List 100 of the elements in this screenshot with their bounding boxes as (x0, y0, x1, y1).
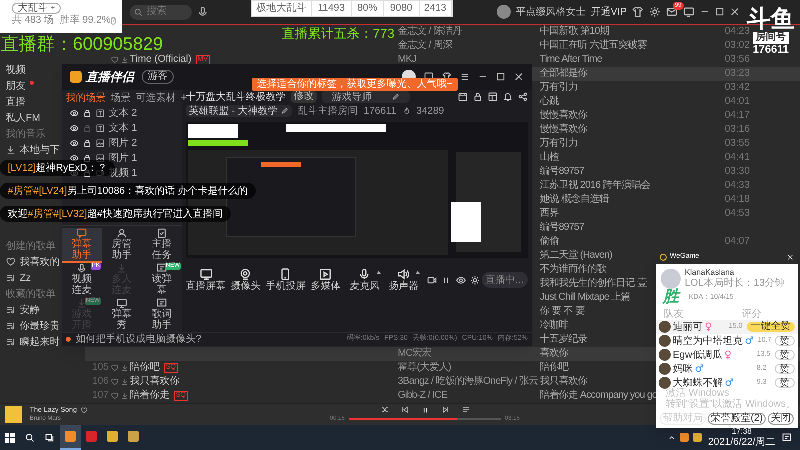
scene-tab[interactable]: 我的场景 (66, 90, 106, 106)
song-album[interactable]: 中国正在听 六进五突破赛 (540, 41, 647, 51)
song-album[interactable]: 她说 概念自选辑 (540, 195, 609, 205)
song-artist[interactable]: 金志文 / 陈洁丹 (398, 27, 462, 37)
layout-icon[interactable] (488, 92, 498, 102)
chevron-up-icon[interactable] (668, 434, 676, 442)
layer-name[interactable]: 图片 1 (109, 151, 138, 166)
dropdown-caret-icon[interactable] (376, 270, 381, 274)
song-album[interactable]: 我和我先生的创作日记 壹 (540, 279, 647, 289)
calendar-icon[interactable] (458, 92, 468, 102)
song-album[interactable]: Just Chill Mixtape 上篇 (540, 293, 631, 303)
windows-start-icon[interactable] (5, 432, 15, 442)
source-button[interactable]: 多媒体 (306, 268, 345, 292)
dropdown-caret-icon[interactable] (416, 270, 420, 274)
sidebar-item[interactable]: Zz (20, 270, 32, 286)
user-name[interactable]: 平点缀风格女士 (516, 4, 586, 20)
song-album[interactable]: 陪你吧 (540, 363, 568, 373)
previous-icon[interactable] (400, 406, 408, 414)
edit-button[interactable]: 修改 (291, 91, 317, 103)
song-album[interactable]: 心跳 (540, 97, 559, 107)
like-button[interactable]: 赞 (775, 350, 795, 360)
tag-field[interactable]: 游戏导师 (322, 91, 410, 103)
song-artist[interactable]: 3Bangz / 吃饭的海豚OneFly / 张云 (398, 377, 538, 387)
layer-name[interactable]: 文本 1 (109, 121, 138, 136)
like-button[interactable]: 赞 (775, 336, 795, 346)
lock-icon[interactable] (83, 139, 92, 148)
mail-icon[interactable] (666, 6, 678, 18)
song-album[interactable]: 我只喜欢你 (540, 377, 588, 387)
share-icon[interactable] (518, 92, 528, 102)
playlist-icon[interactable] (462, 406, 470, 414)
song-album[interactable]: 慢慢喜欢你 (540, 111, 588, 121)
sidebar-item[interactable]: 本地与下 (20, 142, 60, 158)
download-icon[interactable] (121, 364, 129, 372)
sidebar-item[interactable]: 直播 (6, 94, 26, 110)
maximize-icon[interactable] (496, 72, 506, 82)
sidebar-item[interactable]: 你最珍贵 (20, 318, 60, 334)
eye-icon[interactable] (70, 154, 79, 163)
live-button[interactable]: 直播中... (482, 272, 528, 288)
add-button[interactable]: + (181, 90, 188, 106)
song-title[interactable]: 陪着你走 (130, 391, 170, 401)
close-icon[interactable] (514, 72, 524, 82)
source-button[interactable]: 扬声器 (384, 268, 423, 292)
close-icon[interactable] (730, 7, 740, 17)
song-album[interactable]: 全部都是你 (540, 69, 588, 79)
shuffle-icon[interactable] (380, 406, 388, 414)
song-album[interactable]: 不为谁而作的歌 (540, 265, 606, 275)
popup-button[interactable]: 关闭 (768, 413, 794, 425)
song-album[interactable]: 冷咖啡 (540, 321, 568, 331)
like-icon[interactable] (81, 407, 88, 414)
video-camera-icon[interactable] (426, 274, 438, 286)
shirt-icon[interactable] (632, 6, 644, 18)
song-album[interactable]: 编号89757 (540, 167, 584, 177)
song-album[interactable]: 江苏卫视 2016 跨年演唱会 (540, 181, 650, 191)
song-album[interactable]: 万有引力 (540, 83, 578, 93)
sidebar-item[interactable]: 瞬起来时 (20, 334, 60, 350)
song-artist[interactable]: 霍尊(大爱人) (398, 363, 452, 373)
layer-name[interactable]: 图片 2 (109, 136, 138, 151)
song-album[interactable]: 山楂 (540, 153, 559, 163)
lock-icon[interactable] (83, 109, 92, 118)
source-button[interactable]: 手机投屏 (266, 268, 306, 292)
song-title[interactable]: Time (Official) (130, 55, 192, 65)
song-title[interactable]: 陪你吧 (130, 363, 160, 373)
menu-icon[interactable] (460, 72, 470, 82)
song-album[interactable]: 万有引力 (540, 139, 578, 149)
bell-icon[interactable] (503, 92, 513, 102)
account-badge[interactable]: 游客 (142, 70, 174, 84)
song-album[interactable]: 十五岁纪录 (540, 335, 588, 345)
song-artist[interactable]: 金志文 / 周深 (398, 41, 452, 51)
eye-icon[interactable] (456, 274, 466, 286)
song-album[interactable]: 第二天堂 (Haven) (540, 251, 612, 261)
microphone-icon[interactable] (197, 6, 209, 18)
song-album[interactable]: 中国新歌 第10期 (540, 27, 610, 37)
download-icon[interactable] (121, 378, 129, 386)
like-button[interactable]: 赞 (775, 378, 795, 388)
popup-button[interactable]: 荣誉殿堂(2) (708, 413, 766, 425)
sidebar-item[interactable]: 安静 (20, 302, 40, 318)
song-artist[interactable]: MKJ (398, 55, 416, 65)
download-icon[interactable] (121, 56, 129, 64)
scene-tab[interactable]: 可选素材 (136, 90, 176, 106)
song-album[interactable]: 喜欢你 (540, 349, 568, 359)
mini-mode-icon[interactable] (683, 6, 695, 18)
stream-title[interactable]: 十万盘大乱斗终极教学 (186, 90, 286, 104)
song-artist[interactable]: MC宏宏 (398, 349, 432, 359)
tool-button[interactable]: 主播任务 (142, 228, 182, 263)
like-button[interactable]: 一键全赞 (747, 322, 795, 332)
tool-button[interactable]: 歌词助手 (142, 298, 182, 333)
search-icon[interactable] (25, 432, 35, 442)
tool-button[interactable]: 弹幕助手 (62, 228, 102, 263)
song-album[interactable]: Time After Time (540, 55, 602, 65)
category-field[interactable]: 英雄联盟 - 大神教学 (186, 105, 292, 117)
sidebar-item[interactable]: 私人FM (6, 110, 40, 126)
download-icon[interactable] (121, 392, 129, 400)
maximize-icon[interactable] (715, 7, 725, 17)
vip-link[interactable]: 开通VIP (590, 4, 627, 20)
taskbar-app[interactable] (60, 425, 81, 450)
song-album[interactable]: 西界 (540, 209, 559, 219)
tool-button[interactable]: 房管助手 (102, 228, 142, 263)
settings-icon[interactable] (470, 274, 481, 286)
eye-icon[interactable] (70, 124, 79, 133)
tool-button[interactable]: 弹幕秀 (102, 298, 142, 333)
